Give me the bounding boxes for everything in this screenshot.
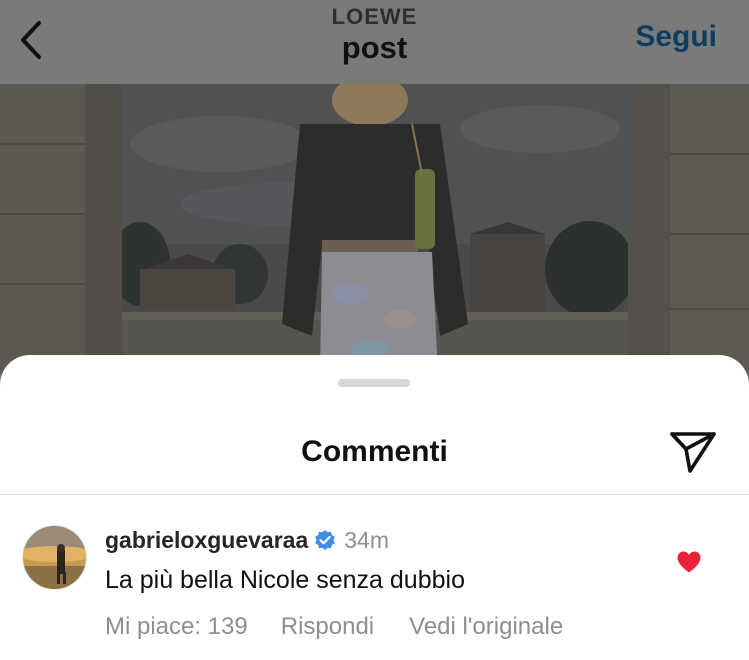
- comment-text: La più bella Nicole senza dubbio: [105, 566, 465, 594]
- verified-badge-icon: [314, 529, 336, 551]
- sheet-grabber[interactable]: [338, 379, 410, 387]
- avatar[interactable]: [22, 525, 87, 590]
- post-photo[interactable]: [0, 84, 749, 374]
- comment-actions: Mi piace: 139 Rispondi Vedi l'originale: [105, 613, 563, 641]
- sheet-title: Commenti: [301, 435, 448, 468]
- comment-item: gabrieloxguevaraa 34m La più bella Nicol…: [0, 520, 749, 660]
- heart-icon: [677, 551, 701, 573]
- like-button[interactable]: [676, 550, 702, 574]
- reply-button[interactable]: Rispondi: [281, 613, 374, 641]
- share-button[interactable]: [668, 429, 718, 475]
- avatar-image: [23, 526, 86, 589]
- see-original-button[interactable]: Vedi l'originale: [409, 613, 563, 641]
- comment-timestamp: 34m: [344, 526, 390, 553]
- follow-button[interactable]: Segui: [635, 20, 717, 54]
- sheet-divider: [0, 494, 749, 495]
- comments-sheet: Commenti gabrieloxguevaraa 34m La più be…: [0, 355, 749, 660]
- screen: LOEWE post Segui Commenti gabrieloxgueva…: [0, 0, 749, 660]
- paper-plane-icon: [670, 432, 716, 473]
- top-navigation-bar: LOEWE post Segui: [0, 0, 749, 84]
- comment-username[interactable]: gabrieloxguevaraa: [105, 527, 308, 554]
- comment-header: gabrieloxguevaraa 34m: [105, 525, 389, 555]
- comment-likes-button[interactable]: Mi piace: 139: [105, 613, 248, 641]
- post-photo-illustration: [0, 84, 749, 374]
